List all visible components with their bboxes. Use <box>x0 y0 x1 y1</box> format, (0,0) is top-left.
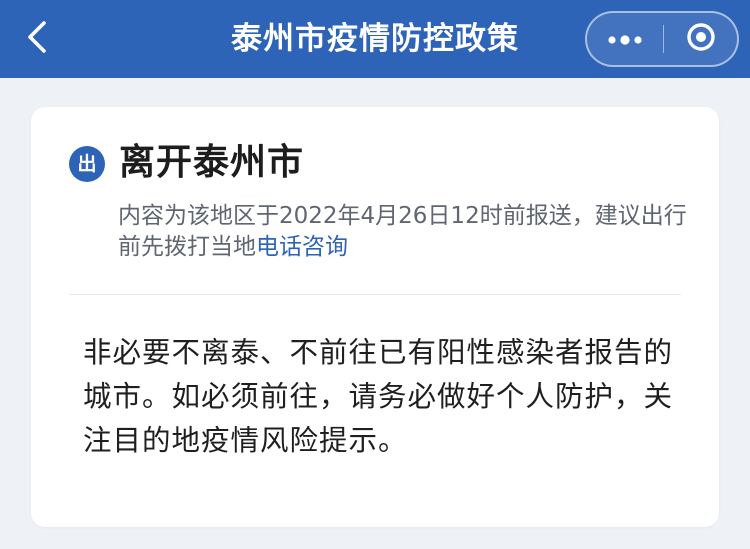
capsule-menu <box>585 11 739 67</box>
description-text: 内容为该地区于2022年4月26日12时前报送，建议出行前先拨打当地 <box>118 203 687 260</box>
back-button[interactable] <box>14 16 60 62</box>
more-dots-icon <box>607 30 643 49</box>
card-description: 内容为该地区于2022年4月26日12时前报送，建议出行前先拨打当地电话咨询 <box>118 201 688 263</box>
more-button[interactable] <box>587 13 663 65</box>
chevron-left-icon <box>25 19 49 59</box>
close-button[interactable] <box>664 13 737 65</box>
card-divider <box>69 294 681 295</box>
departure-badge: 出 <box>69 146 105 182</box>
card-title: 离开泰州市 <box>119 142 305 183</box>
policy-text: 非必要不离泰、不前往已有阳性感染者报告的城市。如必须前往，请务必做好个人防护，关… <box>83 336 674 457</box>
policy-card: 出 离开泰州市 内容为该地区于2022年4月26日12时前报送，建议出行前先拨打… <box>31 107 719 527</box>
target-close-icon <box>686 22 716 56</box>
page-title: 泰州市疫情防控政策 <box>231 21 519 57</box>
phone-consult-link[interactable]: 电话咨询 <box>256 234 348 260</box>
navigation-bar: 泰州市疫情防控政策 <box>0 0 750 78</box>
